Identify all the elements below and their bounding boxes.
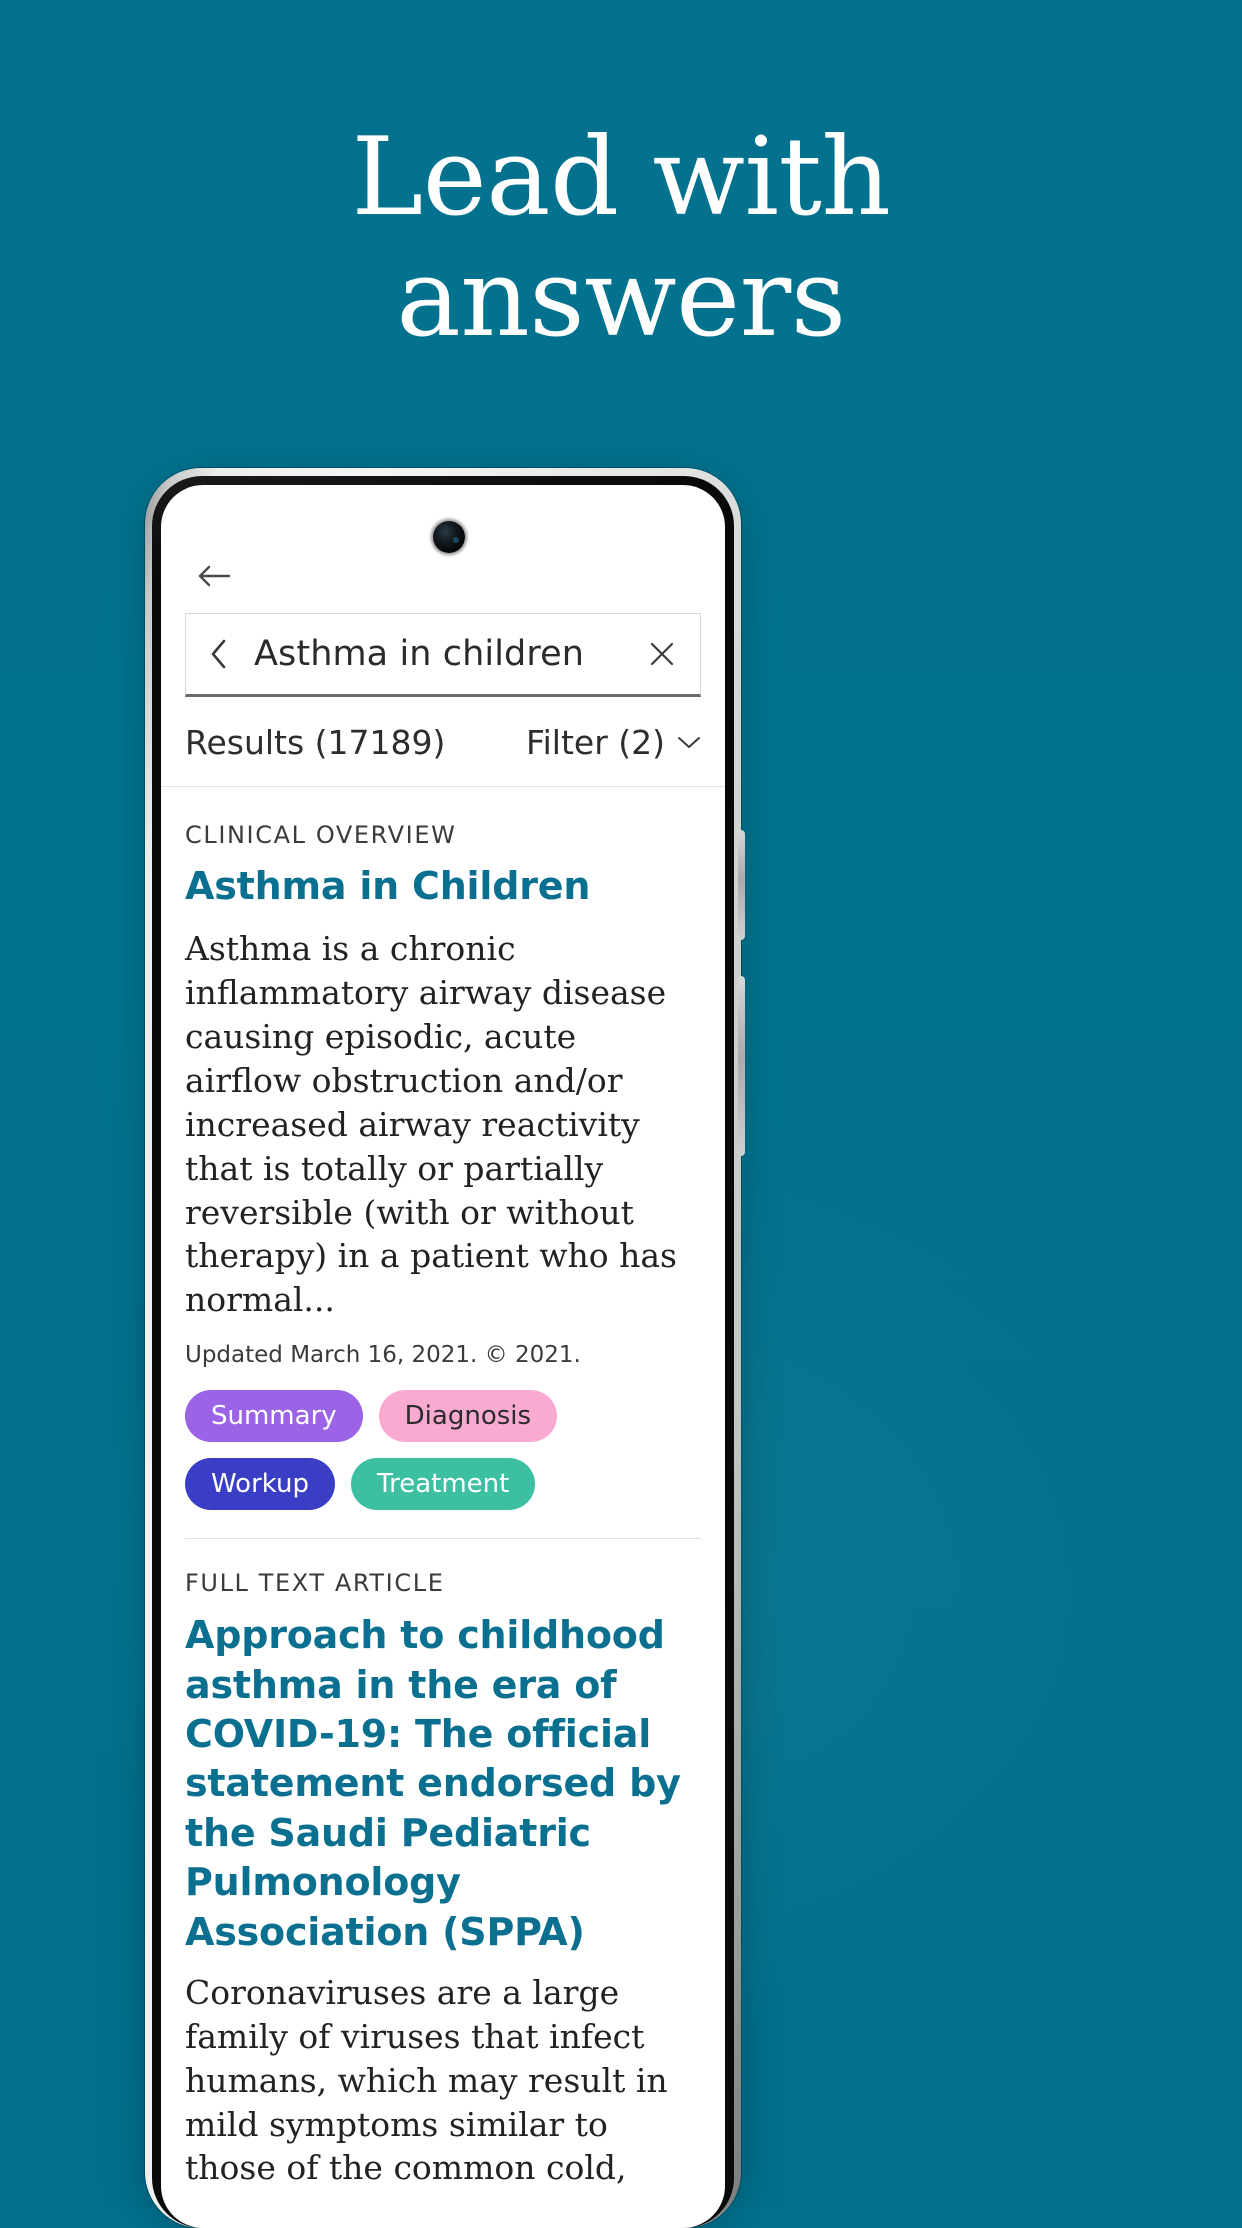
results-filter-bar: Results (17189) Filter (2) — [161, 697, 725, 787]
result-section-pills: Summary Diagnosis Workup Treatment — [185, 1390, 701, 1511]
app-topbar — [161, 485, 725, 613]
pill-treatment[interactable]: Treatment — [351, 1458, 536, 1511]
filter-button-label: Filter (2) — [526, 723, 665, 762]
list-item[interactable]: CLINICAL OVERVIEW Asthma in Children Ast… — [161, 787, 725, 1540]
pill-summary[interactable]: Summary — [185, 1390, 363, 1443]
headline-line-2: answers — [396, 235, 846, 361]
phone-side-button-volume[interactable] — [738, 830, 745, 940]
pill-diagnosis[interactable]: Diagnosis — [378, 1390, 558, 1443]
filter-button[interactable]: Filter (2) — [526, 723, 701, 762]
arrow-left-icon[interactable] — [191, 553, 237, 599]
phone-mockup: Asthma in children Results (17189) Filte… — [145, 468, 745, 2228]
pill-workup[interactable]: Workup — [185, 1458, 336, 1511]
results-count-label: Results (17189) — [185, 723, 446, 762]
list-item[interactable]: FULL TEXT ARTICLE Approach to childhood … — [161, 1539, 725, 2190]
search-input-value[interactable]: Asthma in children — [254, 634, 642, 674]
search-input[interactable]: Asthma in children — [185, 613, 701, 697]
phone-side-button-power[interactable] — [738, 976, 745, 1156]
close-icon[interactable] — [642, 640, 682, 668]
result-snippet: Asthma is a chronic inflammatory airway … — [185, 929, 677, 1320]
headline-line-1: Lead with — [351, 115, 891, 240]
result-updated-meta: Updated March 16, 2021. © 2021. — [185, 1342, 581, 1369]
chevron-down-icon — [678, 737, 700, 748]
search-bar-container: Asthma in children — [161, 613, 725, 697]
promo-headline: Lead with answers — [0, 115, 1242, 361]
result-content-type: CLINICAL OVERVIEW — [185, 821, 457, 849]
result-snippet: Coronaviruses are a large family of viru… — [185, 1972, 668, 2188]
result-content-type: FULL TEXT ARTICLE — [185, 1569, 445, 1598]
result-title-link[interactable]: Approach to childhood asthma in the era … — [185, 1611, 701, 1957]
chevron-left-icon[interactable] — [202, 638, 236, 670]
results-list[interactable]: CLINICAL OVERVIEW Asthma in Children Ast… — [161, 787, 725, 2228]
result-title-link[interactable]: Asthma in Children — [185, 863, 701, 909]
app-screen: Asthma in children Results (17189) Filte… — [161, 485, 725, 2228]
phone-screen: Asthma in children Results (17189) Filte… — [161, 485, 725, 2228]
